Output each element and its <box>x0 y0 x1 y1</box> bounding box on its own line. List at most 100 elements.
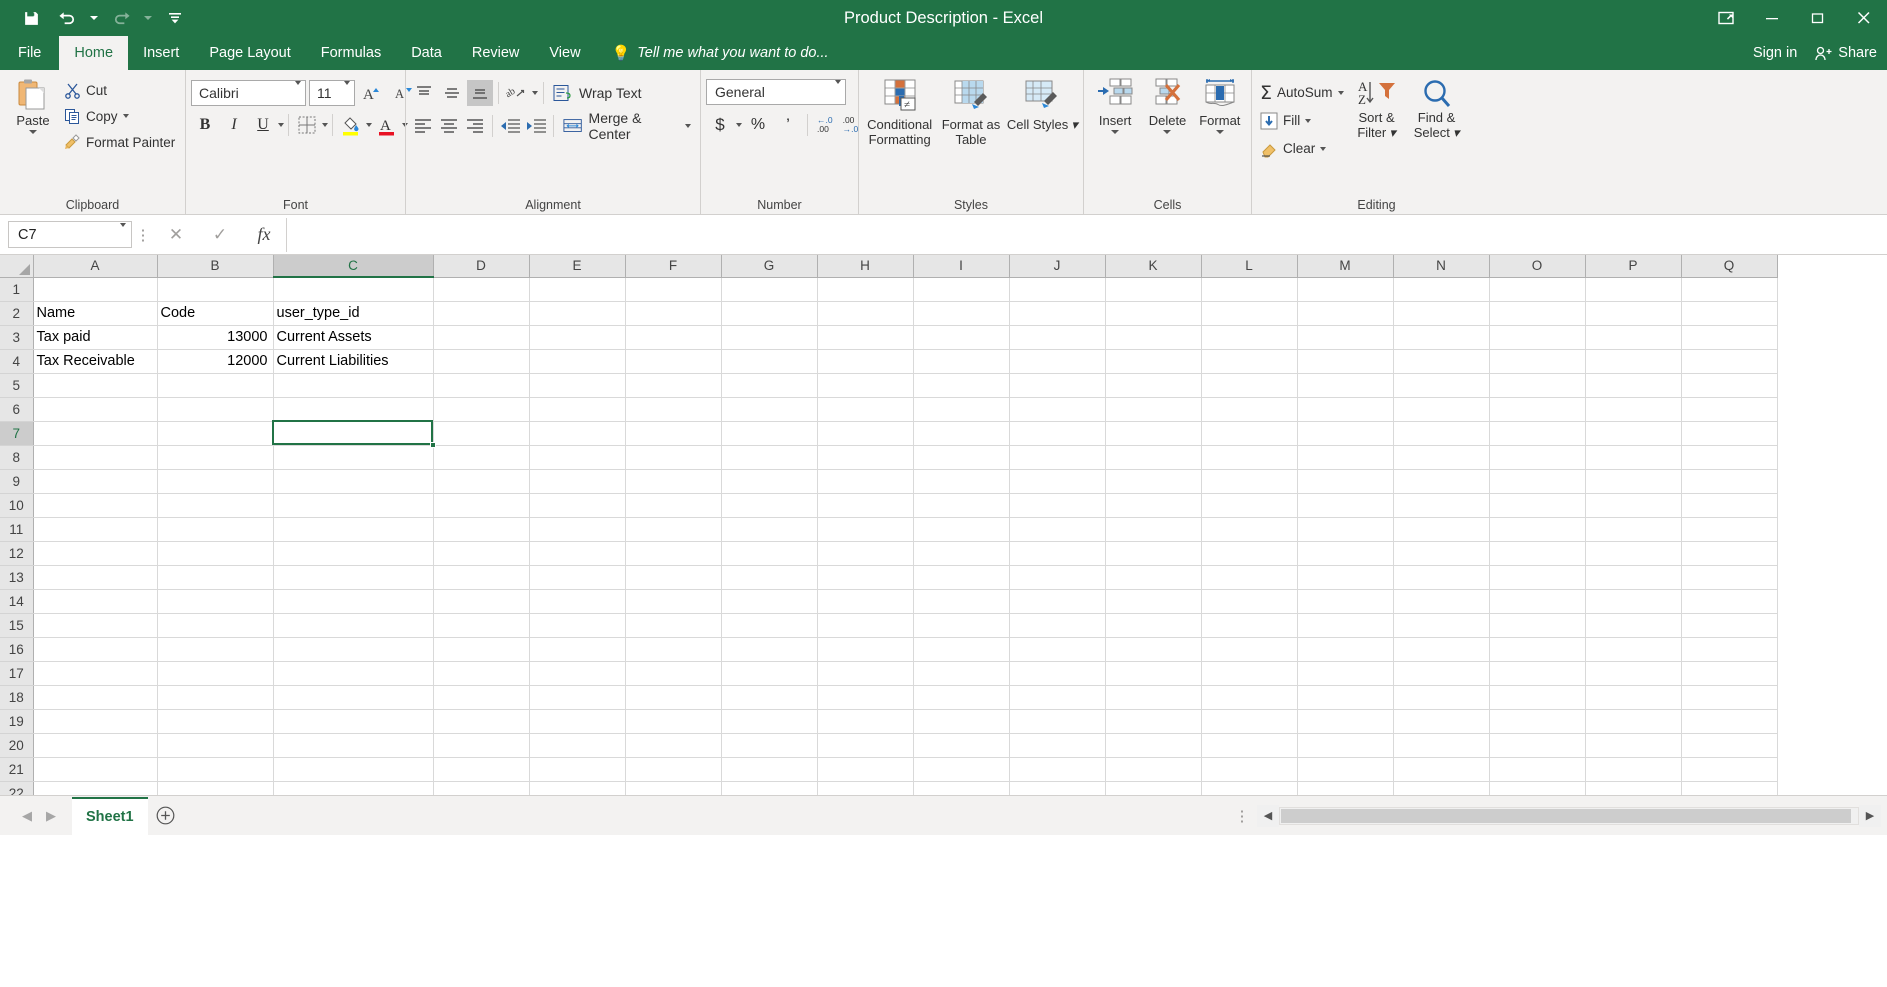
align-right-button[interactable] <box>463 113 487 139</box>
cell-L19[interactable] <box>1201 709 1298 734</box>
cell-F18[interactable] <box>625 685 722 710</box>
cell-E19[interactable] <box>529 709 626 734</box>
cell-Q10[interactable] <box>1681 493 1778 518</box>
cell-J13[interactable] <box>1009 565 1106 590</box>
cell-L13[interactable] <box>1201 565 1298 590</box>
row-header-2[interactable]: 2 <box>0 301 34 326</box>
cell-A11[interactable] <box>33 517 158 542</box>
cell-D12[interactable] <box>433 541 530 566</box>
column-header-k[interactable]: K <box>1105 255 1202 278</box>
cell-I2[interactable] <box>913 301 1010 326</box>
tab-formulas[interactable]: Formulas <box>306 36 396 70</box>
tab-insert[interactable]: Insert <box>128 36 194 70</box>
cell-F13[interactable] <box>625 565 722 590</box>
cell-H11[interactable] <box>817 517 914 542</box>
cell-E4[interactable] <box>529 349 626 374</box>
cell-D18[interactable] <box>433 685 530 710</box>
cell-D5[interactable] <box>433 373 530 398</box>
cell-J5[interactable] <box>1009 373 1106 398</box>
cell-N22[interactable] <box>1393 781 1490 795</box>
row-header-12[interactable]: 12 <box>0 541 34 566</box>
cell-P22[interactable] <box>1585 781 1682 795</box>
find-select-button[interactable]: Find & Select ▾ <box>1407 74 1467 141</box>
cell-I8[interactable] <box>913 445 1010 470</box>
cell-P21[interactable] <box>1585 757 1682 782</box>
cell-A3[interactable]: Tax paid <box>33 325 158 350</box>
format-painter-button[interactable]: Format Painter <box>61 129 178 155</box>
cell-K15[interactable] <box>1105 613 1202 638</box>
cell-N8[interactable] <box>1393 445 1490 470</box>
cell-B4[interactable]: 12000 <box>157 349 274 374</box>
orientation-button[interactable]: ab <box>504 80 530 106</box>
cell-M8[interactable] <box>1297 445 1394 470</box>
cell-G9[interactable] <box>721 469 818 494</box>
cell-C5[interactable] <box>273 373 434 398</box>
cell-O9[interactable] <box>1489 469 1586 494</box>
cell-Q12[interactable] <box>1681 541 1778 566</box>
cell-I14[interactable] <box>913 589 1010 614</box>
cell-L12[interactable] <box>1201 541 1298 566</box>
cell-P11[interactable] <box>1585 517 1682 542</box>
cell-E15[interactable] <box>529 613 626 638</box>
cell-G6[interactable] <box>721 397 818 422</box>
tab-file[interactable]: File <box>0 36 59 70</box>
autosum-dropdown-icon[interactable] <box>1337 90 1344 95</box>
cell-A8[interactable] <box>33 445 158 470</box>
undo-icon[interactable] <box>50 3 84 33</box>
borders-button[interactable] <box>293 111 321 138</box>
cell-I22[interactable] <box>913 781 1010 795</box>
cell-K10[interactable] <box>1105 493 1202 518</box>
cell-G11[interactable] <box>721 517 818 542</box>
paste-button[interactable]: Paste <box>5 74 61 134</box>
cell-D6[interactable] <box>433 397 530 422</box>
cell-N16[interactable] <box>1393 637 1490 662</box>
cell-F2[interactable] <box>625 301 722 326</box>
copy-dropdown-icon[interactable] <box>122 114 129 118</box>
cell-F16[interactable] <box>625 637 722 662</box>
cell-K14[interactable] <box>1105 589 1202 614</box>
cell-I18[interactable] <box>913 685 1010 710</box>
conditional-formatting-button[interactable]: ≠ Conditional Formatting <box>864 74 935 147</box>
cell-Q9[interactable] <box>1681 469 1778 494</box>
cell-G17[interactable] <box>721 661 818 686</box>
cell-O3[interactable] <box>1489 325 1586 350</box>
cell-C6[interactable] <box>273 397 434 422</box>
cell-G16[interactable] <box>721 637 818 662</box>
cell-I11[interactable] <box>913 517 1010 542</box>
cell-A2[interactable]: Name <box>33 301 158 326</box>
cell-N21[interactable] <box>1393 757 1490 782</box>
cell-G7[interactable] <box>721 421 818 446</box>
cell-C15[interactable] <box>273 613 434 638</box>
orientation-dropdown-icon[interactable] <box>532 91 538 95</box>
cell-I15[interactable] <box>913 613 1010 638</box>
cell-P1[interactable] <box>1585 277 1682 302</box>
cell-A21[interactable] <box>33 757 158 782</box>
cell-H1[interactable] <box>817 277 914 302</box>
cell-L4[interactable] <box>1201 349 1298 374</box>
cell-G1[interactable] <box>721 277 818 302</box>
cell-L7[interactable] <box>1201 421 1298 446</box>
cell-P15[interactable] <box>1585 613 1682 638</box>
cell-N13[interactable] <box>1393 565 1490 590</box>
cell-N18[interactable] <box>1393 685 1490 710</box>
cell-M11[interactable] <box>1297 517 1394 542</box>
cell-O17[interactable] <box>1489 661 1586 686</box>
cell-C9[interactable] <box>273 469 434 494</box>
fill-button[interactable]: Fill <box>1257 107 1347 134</box>
cell-F19[interactable] <box>625 709 722 734</box>
cell-B21[interactable] <box>157 757 274 782</box>
row-header-1[interactable]: 1 <box>0 277 34 302</box>
cell-G18[interactable] <box>721 685 818 710</box>
tab-home[interactable]: Home <box>59 36 129 70</box>
cell-I17[interactable] <box>913 661 1010 686</box>
cell-H20[interactable] <box>817 733 914 758</box>
cell-L11[interactable] <box>1201 517 1298 542</box>
cell-F3[interactable] <box>625 325 722 350</box>
cell-D2[interactable] <box>433 301 530 326</box>
paste-dropdown-icon[interactable] <box>29 130 37 134</box>
tab-page-layout[interactable]: Page Layout <box>194 36 305 70</box>
column-header-n[interactable]: N <box>1393 255 1490 278</box>
cell-M15[interactable] <box>1297 613 1394 638</box>
cell-K12[interactable] <box>1105 541 1202 566</box>
cell-B7[interactable] <box>157 421 274 446</box>
